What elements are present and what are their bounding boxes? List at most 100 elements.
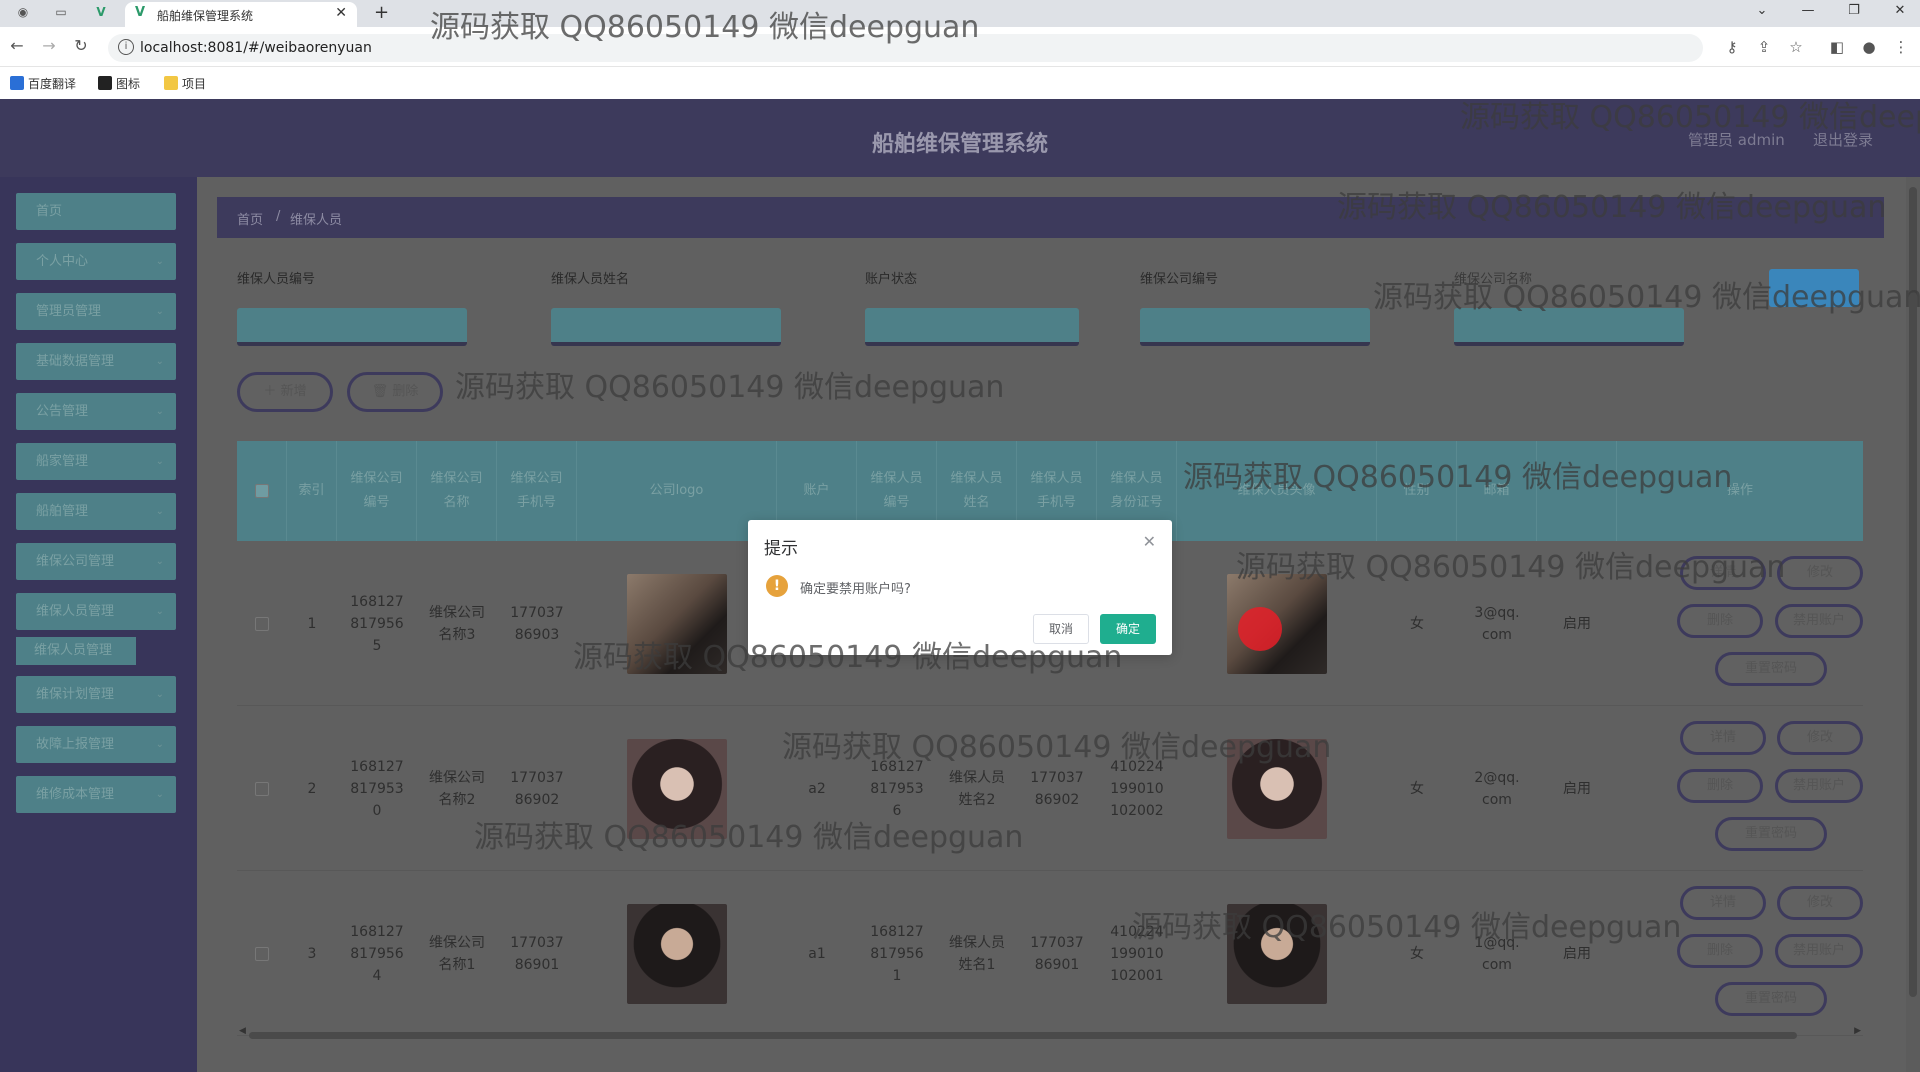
minimize-button[interactable]: — (1796, 3, 1820, 18)
reset-password-button[interactable]: 重置密码 (1715, 652, 1827, 686)
sidebar-item-fault[interactable]: 故障上报管理 ⌄ (16, 726, 176, 763)
breadcrumb-home[interactable]: 首页 (237, 209, 263, 228)
cell-email: 1@qq.com (1474, 934, 1520, 973)
sidebar-item-admin[interactable]: 管理员管理 ⌄ (16, 293, 176, 330)
select-all-checkbox[interactable] (254, 484, 269, 498)
sidebar-item-profile[interactable]: 个人中心 ⌄ (16, 243, 176, 280)
tab-search-icon[interactable]: ⌄ (1750, 3, 1774, 18)
watermark-text: 源码获取 QQ86050149 微信deepguan (455, 370, 1005, 405)
sidebar-item-staff[interactable]: 维保人员管理 ⌄ (16, 593, 176, 630)
row-checkbox[interactable] (255, 781, 269, 796)
add-button[interactable]: ＋ 新增 (237, 372, 333, 412)
delete-button[interactable]: 删除 (1677, 604, 1763, 638)
browser-tab-icon[interactable]: ◉ (14, 5, 32, 21)
disable-account-button[interactable]: 禁用账户 (1775, 604, 1863, 638)
col-header[interactable]: 维保公司名称 (417, 441, 497, 541)
chevron-down-icon: ⌄ (155, 556, 164, 567)
chevron-down-icon: ⌄ (155, 456, 164, 467)
cell-account: a1 (808, 945, 826, 962)
sidebar-item-home[interactable]: 首页 (16, 193, 176, 230)
cell-status: 启用 (1563, 945, 1591, 962)
bookmark-item[interactable]: 项目 (164, 75, 206, 92)
watermark-text: 源码获取 QQ86050149 微信deepguan (1183, 460, 1733, 495)
sidebar-item-basic-data[interactable]: 基础数据管理 ⌄ (16, 343, 176, 380)
detail-button[interactable]: 详情 (1680, 886, 1766, 920)
close-window-button[interactable]: ✕ (1888, 3, 1912, 18)
reset-password-button[interactable]: 重置密码 (1715, 817, 1827, 851)
disable-account-button[interactable]: 禁用账户 (1775, 934, 1863, 968)
filter-input-staff-name[interactable] (551, 308, 781, 346)
back-icon[interactable]: ← (6, 36, 28, 55)
browser-tab-icon[interactable]: ▭ (52, 5, 70, 21)
sidebar-item-notice[interactable]: 公告管理 ⌄ (16, 393, 176, 430)
sidebar-item-shipowner[interactable]: 船家管理 ⌄ (16, 443, 176, 480)
watermark-text: 源码获取 QQ86050149 微信deepguan (782, 730, 1332, 765)
cell-staff-no: 1681278179561 (870, 923, 924, 984)
detail-button[interactable]: 详情 (1680, 721, 1766, 755)
cell-company-name: 维保公司名称1 (429, 934, 485, 973)
col-header[interactable]: 维保公司手机号 (497, 441, 577, 541)
row-checkbox-cell[interactable] (237, 706, 287, 871)
scroll-right-icon[interactable]: ▶ (1854, 1026, 1861, 1036)
profile-icon[interactable]: ● (1859, 38, 1879, 56)
menu-dots-icon[interactable]: ⋮ (1891, 38, 1911, 56)
new-tab-button[interactable]: + (374, 2, 389, 23)
filter-input-staff-no[interactable] (237, 308, 467, 346)
chevron-down-icon: ⌄ (155, 606, 164, 617)
row-checkbox-cell[interactable] (237, 871, 287, 1036)
reset-password-button[interactable]: 重置密码 (1715, 982, 1827, 1016)
restore-button[interactable]: ❐ (1842, 3, 1866, 18)
watermark-text: 源码获取 QQ86050149 微信deepguan (1132, 910, 1682, 945)
sidebar-item-plan[interactable]: 维保计划管理 ⌄ (16, 676, 176, 713)
scrollbar-thumb[interactable] (249, 1032, 1797, 1039)
filter-select-account-status[interactable] (865, 308, 1079, 346)
sidepanel-icon[interactable]: ◧ (1827, 38, 1847, 56)
delete-button[interactable]: 删除 (1677, 769, 1763, 803)
vue-tab-icon[interactable]: V (92, 5, 110, 21)
col-header[interactable]: 维保公司编号 (337, 441, 417, 541)
bookmark-item[interactable]: 百度翻译 (10, 75, 76, 92)
site-info-icon[interactable]: i (118, 39, 134, 55)
browser-tab-active[interactable]: V 船舶维保管理系统 ✕ (125, 2, 357, 27)
delete-button[interactable]: 删除 (1677, 934, 1763, 968)
row-checkbox-cell[interactable] (237, 541, 287, 706)
filter-input-company-no[interactable] (1140, 308, 1370, 346)
sidebar-item-cost[interactable]: 维修成本管理 ⌄ (16, 776, 176, 813)
chevron-down-icon: ⌄ (155, 739, 164, 750)
bookmark-item[interactable]: 图标 (98, 75, 140, 92)
batch-delete-button[interactable]: 🗑 删除 (347, 372, 443, 412)
key-icon[interactable]: ⚷ (1722, 38, 1742, 56)
cell-status: 启用 (1563, 780, 1591, 797)
reload-icon[interactable]: ↻ (70, 36, 92, 55)
bookmark-star-icon[interactable]: ☆ (1786, 38, 1806, 56)
filter-label-staff-name: 维保人员姓名 (551, 272, 630, 287)
cell-index: 1 (307, 615, 317, 632)
cell-company-phone: 17703786903 (510, 604, 564, 643)
scroll-left-icon[interactable]: ◀ (239, 1026, 246, 1036)
close-icon[interactable]: ✕ (1143, 532, 1156, 551)
cell-company-phone: 17703786901 (510, 934, 564, 973)
edit-button[interactable]: 修改 (1777, 556, 1863, 590)
url-text: localhost:8081/#/weibaorenyuan (140, 40, 372, 56)
share-icon[interactable]: ⇪ (1754, 38, 1774, 56)
sidebar-subitem-staff[interactable]: 维保人员管理 (16, 637, 136, 665)
forward-icon[interactable]: → (38, 36, 60, 55)
watermark-text: 源码获取 QQ86050149 微信deepguan (573, 640, 1123, 675)
disable-account-button[interactable]: 禁用账户 (1775, 769, 1863, 803)
edit-button[interactable]: 修改 (1777, 886, 1863, 920)
horizontal-scrollbar[interactable]: ◀ ▶ (237, 1026, 1863, 1041)
close-tab-icon[interactable]: ✕ (335, 5, 347, 21)
cell-index: 3 (307, 945, 317, 962)
chevron-down-icon: ⌄ (155, 306, 164, 317)
filter-label-company-no: 维保公司编号 (1140, 272, 1219, 287)
edit-button[interactable]: 修改 (1777, 721, 1863, 755)
select-all-checkbox-cell[interactable] (237, 441, 287, 541)
cell-staff-phone: 17703786901 (1030, 934, 1084, 973)
browser-tab-title: 船舶维保管理系统 (157, 9, 254, 23)
sidebar-item-company[interactable]: 维保公司管理 ⌄ (16, 543, 176, 580)
watermark-text: 源码获取 QQ86050149 微信deepguan (474, 820, 1024, 855)
sidebar-item-ship[interactable]: 船舶管理 ⌄ (16, 493, 176, 530)
row-checkbox[interactable] (255, 946, 269, 961)
row-checkbox[interactable] (255, 616, 269, 631)
col-header[interactable]: 公司logo (577, 441, 777, 541)
